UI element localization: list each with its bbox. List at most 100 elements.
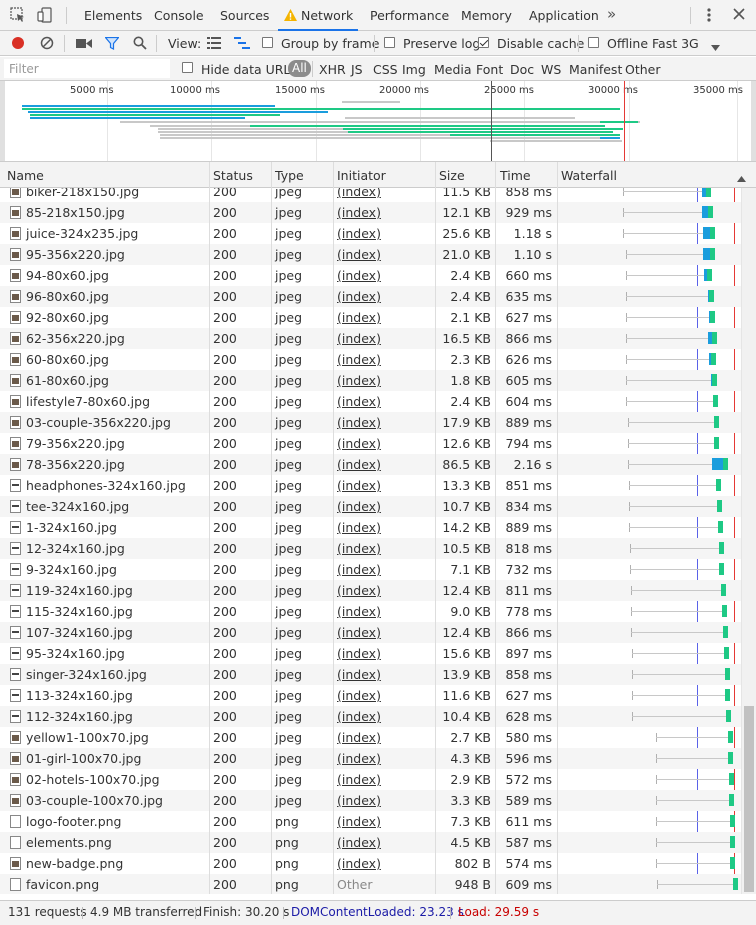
request-initiator[interactable]: (index) — [337, 499, 381, 514]
request-row[interactable]: juice-324x235.jpg 200 jpeg (index) 25.6 KB 1.… — [0, 223, 741, 244]
request-name[interactable]: tee-324x160.jpg — [26, 499, 129, 514]
filter-type-js[interactable]: JS — [351, 62, 363, 77]
waterfall-bar[interactable] — [712, 458, 728, 470]
request-name[interactable]: 01-girl-100x70.jpg — [26, 751, 141, 766]
overview-handle-right[interactable] — [751, 81, 756, 161]
request-row[interactable]: lifestyle7-80x60.jpg 200 jpeg (index) 2.4 KB… — [0, 391, 741, 412]
large-rows-list-icon[interactable] — [207, 37, 221, 52]
waterfall-bar[interactable] — [708, 332, 717, 344]
waterfall-bar[interactable] — [730, 857, 735, 869]
request-name[interactable]: yellow1-100x70.jpg — [26, 730, 149, 745]
request-initiator[interactable]: (index) — [337, 205, 381, 220]
request-initiator[interactable]: (index) — [337, 625, 381, 640]
request-initiator[interactable]: (index) — [337, 188, 381, 199]
request-name[interactable]: 112-324x160.jpg — [26, 709, 133, 724]
request-row[interactable]: 03-couple-356x220.jpg 200 jpeg (index) 17.9 … — [0, 412, 741, 433]
request-name[interactable]: 60-80x60.jpg — [26, 352, 109, 367]
hide-data-urls-checkbox[interactable] — [182, 62, 193, 73]
waterfall-bar[interactable] — [730, 836, 735, 848]
filter-type-doc[interactable]: Doc — [510, 62, 534, 77]
request-row[interactable]: 95-356x220.jpg 200 jpeg (index) 21.0 KB 1.10 … — [0, 244, 741, 265]
waterfall-bar[interactable] — [708, 290, 714, 302]
filter-type-other[interactable]: Other — [625, 62, 661, 77]
waterfall-overview-icon[interactable] — [234, 37, 250, 52]
request-name[interactable]: biker-218x150.jpg — [26, 188, 139, 199]
request-row[interactable]: 02-hotels-100x70.jpg 200 jpeg (index) 2.9 KB… — [0, 769, 741, 790]
request-name[interactable]: 9-324x160.jpg — [26, 562, 117, 577]
request-row[interactable]: biker-218x150.jpg 200 jpeg (index) 11.5 KB 85… — [0, 188, 741, 202]
waterfall-bar[interactable] — [709, 353, 716, 365]
request-row[interactable]: 9-324x160.jpg 200 jpeg (index) 7.1 KB 732 ms — [0, 559, 741, 580]
waterfall-bar[interactable] — [723, 626, 728, 638]
request-name[interactable]: 94-80x60.jpg — [26, 268, 109, 283]
request-name[interactable]: 96-80x60.jpg — [26, 289, 109, 304]
request-name[interactable]: 61-80x60.jpg — [26, 373, 109, 388]
request-initiator[interactable]: (index) — [337, 583, 381, 598]
request-name[interactable]: 95-324x160.jpg — [26, 646, 125, 661]
preserve-log-checkbox[interactable] — [384, 37, 395, 48]
waterfall-bar[interactable] — [721, 584, 726, 596]
request-name[interactable]: 107-324x160.jpg — [26, 625, 133, 640]
request-initiator[interactable]: (index) — [337, 289, 381, 304]
column-header-initiator[interactable]: Initiator — [337, 168, 386, 183]
request-initiator[interactable]: (index) — [337, 415, 381, 430]
request-row[interactable]: headphones-324x160.jpg 200 jpeg (index) 13.3… — [0, 475, 741, 496]
request-name[interactable]: elements.png — [26, 835, 112, 850]
request-row[interactable]: logo-footer.png 200 png (index) 7.3 KB 611 ms — [0, 811, 741, 832]
close-icon[interactable] — [733, 8, 745, 23]
waterfall-bar[interactable] — [717, 500, 722, 512]
request-initiator[interactable]: (index) — [337, 247, 381, 262]
filter-type-xhr[interactable]: XHR — [319, 62, 346, 77]
chevron-double-right-icon[interactable]: » — [607, 5, 616, 23]
request-row[interactable]: 95-324x160.jpg 200 jpeg (index) 15.6 KB 897 m… — [0, 643, 741, 664]
waterfall-bar[interactable] — [714, 437, 719, 449]
request-initiator[interactable]: (index) — [337, 331, 381, 346]
request-name[interactable]: 79-356x220.jpg — [26, 436, 125, 451]
request-initiator[interactable]: (index) — [337, 520, 381, 535]
request-row[interactable]: 01-girl-100x70.jpg 200 jpeg (index) 4.3 KB 59… — [0, 748, 741, 769]
request-initiator[interactable]: (index) — [337, 772, 381, 787]
clear-icon[interactable] — [40, 36, 54, 53]
request-initiator[interactable]: (index) — [337, 352, 381, 367]
request-initiator[interactable]: (index) — [337, 793, 381, 808]
request-name[interactable]: 02-hotels-100x70.jpg — [26, 772, 160, 787]
offline-checkbox[interactable] — [588, 37, 599, 48]
request-name[interactable]: new-badge.png — [26, 856, 123, 871]
request-initiator[interactable]: (index) — [337, 604, 381, 619]
request-name[interactable]: 85-218x150.jpg — [26, 205, 125, 220]
filter-type-img[interactable]: Img — [402, 62, 426, 77]
request-initiator[interactable]: (index) — [337, 646, 381, 661]
filter-input[interactable] — [4, 59, 170, 78]
waterfall-bar[interactable] — [728, 752, 733, 764]
filter-type-all[interactable]: All — [288, 60, 311, 77]
request-row[interactable]: 03-couple-100x70.jpg 200 jpeg (index) 3.3 KB… — [0, 790, 741, 811]
column-header-name[interactable]: Name — [7, 168, 44, 183]
request-initiator[interactable]: (index) — [337, 226, 381, 241]
request-initiator[interactable]: (index) — [337, 562, 381, 577]
tab-application[interactable]: Application — [529, 8, 599, 23]
waterfall-bar[interactable] — [704, 269, 712, 281]
request-name[interactable]: 1-324x160.jpg — [26, 520, 117, 535]
request-initiator[interactable]: (index) — [337, 709, 381, 724]
waterfall-bar[interactable] — [729, 794, 734, 806]
request-row[interactable]: singer-324x160.jpg 200 jpeg (index) 13.9 KB 8… — [0, 664, 741, 685]
request-row[interactable]: 78-356x220.jpg 200 jpeg (index) 86.5 KB 2.16 … — [0, 454, 741, 475]
request-initiator[interactable]: (index) — [337, 394, 381, 409]
request-initiator[interactable]: (index) — [337, 373, 381, 388]
request-row[interactable]: elements.png 200 png (index) 4.5 KB 587 ms — [0, 832, 741, 853]
request-row[interactable]: 1-324x160.jpg 200 jpeg (index) 14.2 KB 889 ms — [0, 517, 741, 538]
request-row[interactable]: yellow1-100x70.jpg 200 jpeg (index) 2.7 KB 58… — [0, 727, 741, 748]
record-button[interactable] — [11, 36, 25, 53]
request-name[interactable]: 62-356x220.jpg — [26, 331, 125, 346]
waterfall-bar[interactable] — [709, 311, 715, 323]
kebab-menu-icon[interactable] — [706, 7, 712, 26]
tab-elements[interactable]: Elements — [84, 8, 142, 23]
request-initiator[interactable]: (index) — [337, 436, 381, 451]
waterfall-bar[interactable] — [718, 521, 723, 533]
waterfall-bar[interactable] — [719, 563, 724, 575]
waterfall-bar[interactable] — [726, 710, 731, 722]
overview-handle-left[interactable] — [0, 81, 5, 161]
disable-cache-checkbox[interactable] — [478, 37, 489, 48]
request-row[interactable]: 119-324x160.jpg 200 jpeg (index) 12.4 KB 811 … — [0, 580, 741, 601]
scrollbar-thumb[interactable] — [744, 706, 754, 892]
